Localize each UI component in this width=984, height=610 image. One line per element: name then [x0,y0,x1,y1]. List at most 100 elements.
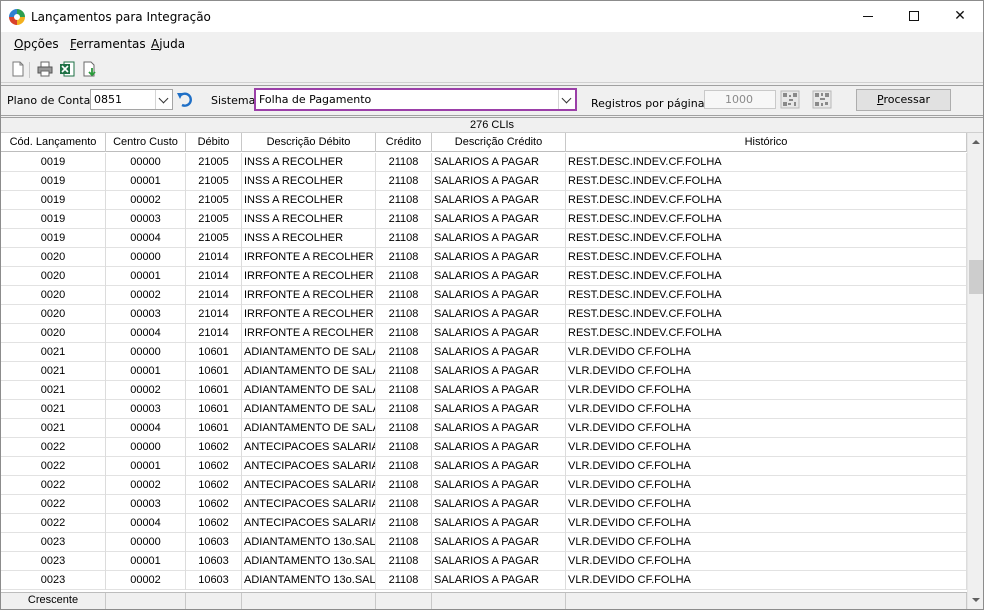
cell-credito[interactable]: 21108 [376,343,432,362]
cell-cod-lancamento[interactable]: 0023 [1,552,106,571]
table-row[interactable]: 0019 00003 21005 INSS A RECOLHER 21108 SALARI… [1,210,967,229]
cell-descricao-debito[interactable]: IRRFONTE A RECOLHER [242,248,376,267]
cell-debito[interactable]: 10602 [186,495,242,514]
cell-descricao-credito[interactable]: SALARIOS A PAGAR [432,248,566,267]
cell-debito[interactable]: 21014 [186,324,242,343]
table-row[interactable]: 0020 00004 21014 IRRFONTE A RECOLHER 21108 SA… [1,324,967,343]
cell-descricao-debito[interactable]: INSS A RECOLHER [242,153,376,172]
cell-descricao-credito[interactable]: SALARIOS A PAGAR [432,286,566,305]
cell-debito[interactable]: 21005 [186,210,242,229]
cell-centro-custo[interactable]: 00003 [106,305,186,324]
cell-historico[interactable]: REST.DESC.INDEV.CF.FOLHA [566,229,967,248]
cell-descricao-debito[interactable]: INSS A RECOLHER [242,191,376,210]
cell-credito[interactable]: 21108 [376,381,432,400]
cell-descricao-credito[interactable]: SALARIOS A PAGAR [432,476,566,495]
cell-cod-lancamento[interactable]: 0023 [1,533,106,552]
cell-cod-lancamento[interactable]: 0021 [1,381,106,400]
column-header-descricao-credito[interactable]: Descrição Crédito [432,133,566,152]
cell-descricao-credito[interactable]: SALARIOS A PAGAR [432,533,566,552]
table-row[interactable]: 0021 00004 10601 ADIANTAMENTO DE SALAF 21108… [1,419,967,438]
cell-centro-custo[interactable]: 00001 [106,267,186,286]
cell-debito[interactable]: 21014 [186,305,242,324]
cell-debito[interactable]: 10602 [186,438,242,457]
cell-descricao-credito[interactable]: SALARIOS A PAGAR [432,457,566,476]
cell-descricao-credito[interactable]: SALARIOS A PAGAR [432,191,566,210]
cell-descricao-credito[interactable]: SALARIOS A PAGAR [432,552,566,571]
cell-cod-lancamento[interactable]: 0022 [1,457,106,476]
cell-descricao-debito[interactable]: ADIANTAMENTO DE SALAF [242,400,376,419]
cell-cod-lancamento[interactable]: 0020 [1,286,106,305]
cell-cod-lancamento[interactable]: 0023 [1,571,106,590]
page-prev-icon[interactable] [780,90,800,109]
cell-debito[interactable]: 10603 [186,533,242,552]
table-row[interactable]: 0022 00002 10602 ANTECIPACOES SALARIAIS 2110… [1,476,967,495]
cell-historico[interactable]: VLR.DEVIDO CF.FOLHA [566,343,967,362]
cell-centro-custo[interactable]: 00004 [106,419,186,438]
cell-descricao-debito[interactable]: INSS A RECOLHER [242,229,376,248]
page-next-icon[interactable] [812,90,832,109]
cell-historico[interactable]: REST.DESC.INDEV.CF.FOLHA [566,210,967,229]
column-header-descricao-debito[interactable]: Descrição Débito [242,133,376,152]
cell-centro-custo[interactable]: 00002 [106,191,186,210]
cell-debito[interactable]: 21005 [186,191,242,210]
refresh-icon[interactable] [176,91,196,109]
cell-centro-custo[interactable]: 00000 [106,438,186,457]
cell-descricao-credito[interactable]: SALARIOS A PAGAR [432,229,566,248]
table-row[interactable]: 0020 00000 21014 IRRFONTE A RECOLHER 21108 SA… [1,248,967,267]
cell-debito[interactable]: 21005 [186,172,242,191]
menu-opcoes[interactable]: Opções [14,37,59,51]
cell-debito[interactable]: 21014 [186,267,242,286]
cell-descricao-debito[interactable]: ADIANTAMENTO 13o.SALA [242,571,376,590]
cell-credito[interactable]: 21108 [376,324,432,343]
cell-centro-custo[interactable]: 00002 [106,381,186,400]
table-row[interactable]: 0023 00002 10603 ADIANTAMENTO 13o.SALA 21108… [1,571,967,590]
cell-centro-custo[interactable]: 00001 [106,362,186,381]
cell-descricao-debito[interactable]: ANTECIPACOES SALARIAIS [242,438,376,457]
cell-historico[interactable]: VLR.DEVIDO CF.FOLHA [566,476,967,495]
cell-descricao-debito[interactable]: INSS A RECOLHER [242,172,376,191]
cell-credito[interactable]: 21108 [376,571,432,590]
cell-descricao-credito[interactable]: SALARIOS A PAGAR [432,571,566,590]
excel-export-icon[interactable] [58,60,76,78]
cell-historico[interactable]: VLR.DEVIDO CF.FOLHA [566,533,967,552]
menu-ferramentas[interactable]: Ferramentas [70,37,146,51]
cell-descricao-debito[interactable]: ADIANTAMENTO DE SALAF [242,381,376,400]
plano-de-contas-combo[interactable]: 0851 [90,89,173,110]
cell-debito[interactable]: 10601 [186,381,242,400]
table-row[interactable]: 0020 00003 21014 IRRFONTE A RECOLHER 21108 SA… [1,305,967,324]
cell-credito[interactable]: 21108 [376,172,432,191]
cell-descricao-debito[interactable]: IRRFONTE A RECOLHER [242,324,376,343]
cell-cod-lancamento[interactable]: 0021 [1,343,106,362]
cell-descricao-credito[interactable]: SALARIOS A PAGAR [432,362,566,381]
table-row[interactable]: 0019 00002 21005 INSS A RECOLHER 21108 SALARI… [1,191,967,210]
cell-descricao-debito[interactable]: ANTECIPACOES SALARIAIS [242,514,376,533]
table-row[interactable]: 0020 00002 21014 IRRFONTE A RECOLHER 21108 SA… [1,286,967,305]
cell-historico[interactable]: VLR.DEVIDO CF.FOLHA [566,419,967,438]
cell-centro-custo[interactable]: 00004 [106,514,186,533]
cell-cod-lancamento[interactable]: 0019 [1,229,106,248]
cell-cod-lancamento[interactable]: 0019 [1,153,106,172]
cell-cod-lancamento[interactable]: 0022 [1,514,106,533]
cell-debito[interactable]: 10602 [186,476,242,495]
scroll-thumb[interactable] [969,260,983,294]
cell-cod-lancamento[interactable]: 0021 [1,419,106,438]
cell-cod-lancamento[interactable]: 0020 [1,305,106,324]
cell-descricao-debito[interactable]: ADIANTAMENTO DE SALAF [242,419,376,438]
table-row[interactable]: 0021 00003 10601 ADIANTAMENTO DE SALAF 21108… [1,400,967,419]
cell-descricao-debito[interactable]: IRRFONTE A RECOLHER [242,305,376,324]
cell-historico[interactable]: VLR.DEVIDO CF.FOLHA [566,438,967,457]
cell-credito[interactable]: 21108 [376,419,432,438]
cell-centro-custo[interactable]: 00004 [106,324,186,343]
cell-credito[interactable]: 21108 [376,153,432,172]
table-row[interactable]: 0021 00001 10601 ADIANTAMENTO DE SALAF 21108… [1,362,967,381]
cell-debito[interactable]: 21014 [186,286,242,305]
chevron-down-icon[interactable] [155,90,172,109]
cell-descricao-debito[interactable]: INSS A RECOLHER [242,210,376,229]
table-row[interactable]: 0021 00002 10601 ADIANTAMENTO DE SALAF 21108… [1,381,967,400]
registros-por-paginas-input[interactable]: 1000 [704,90,776,109]
table-row[interactable]: 0019 00001 21005 INSS A RECOLHER 21108 SALARI… [1,172,967,191]
table-row[interactable]: 0021 00000 10601 ADIANTAMENTO DE SALAF 21108… [1,343,967,362]
minimize-button[interactable] [845,1,891,32]
cell-cod-lancamento[interactable]: 0020 [1,267,106,286]
cell-historico[interactable]: VLR.DEVIDO CF.FOLHA [566,457,967,476]
